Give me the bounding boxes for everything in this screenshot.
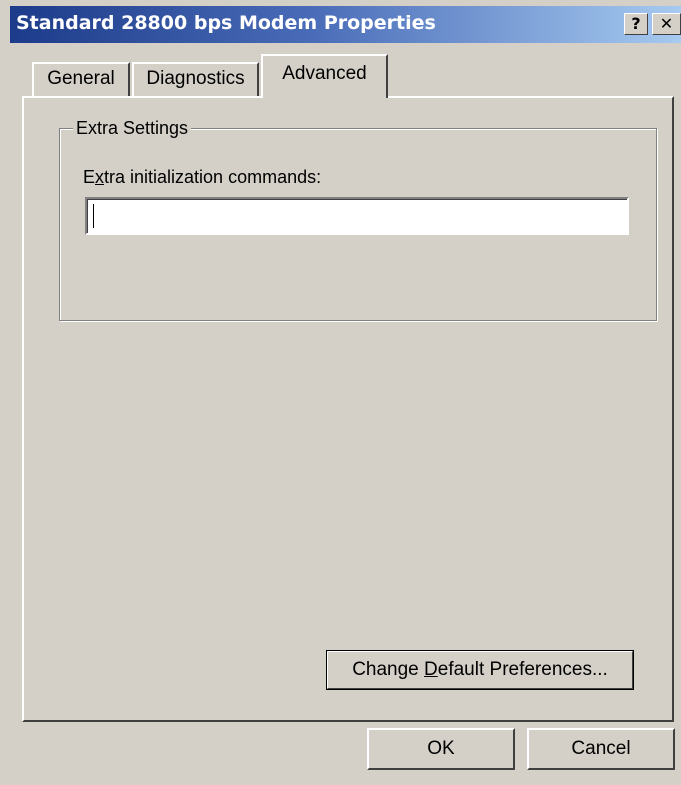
ok-button[interactable]: OK [367,728,515,770]
help-icon: ? [631,14,641,33]
close-icon: ✕ [659,14,674,33]
tab-advanced[interactable]: Advanced [261,54,388,98]
dialog-title: Standard 28800 bps Modem Properties [16,12,436,34]
change-default-preferences-button[interactable]: Change Default Preferences... [326,650,634,690]
extra-init-commands-label: Extra initialization commands: [83,167,322,187]
tab-diagnostics[interactable]: Diagnostics [132,62,259,96]
tab-label: General [47,68,115,89]
modem-properties-dialog: Standard 28800 bps Modem Properties ? ✕ … [0,0,681,785]
tab-label: Advanced [282,63,367,84]
tab-general[interactable]: General [32,62,130,96]
text-caret [93,204,94,228]
cancel-button[interactable]: Cancel [527,728,675,770]
help-button[interactable]: ? [624,13,648,35]
extra-init-commands-input[interactable] [85,197,629,235]
extra-settings-group-label: Extra Settings [73,118,192,139]
close-button[interactable]: ✕ [652,13,681,35]
tab-label: Diagnostics [146,68,245,89]
title-bar[interactable]: Standard 28800 bps Modem Properties ? ✕ [10,6,681,43]
